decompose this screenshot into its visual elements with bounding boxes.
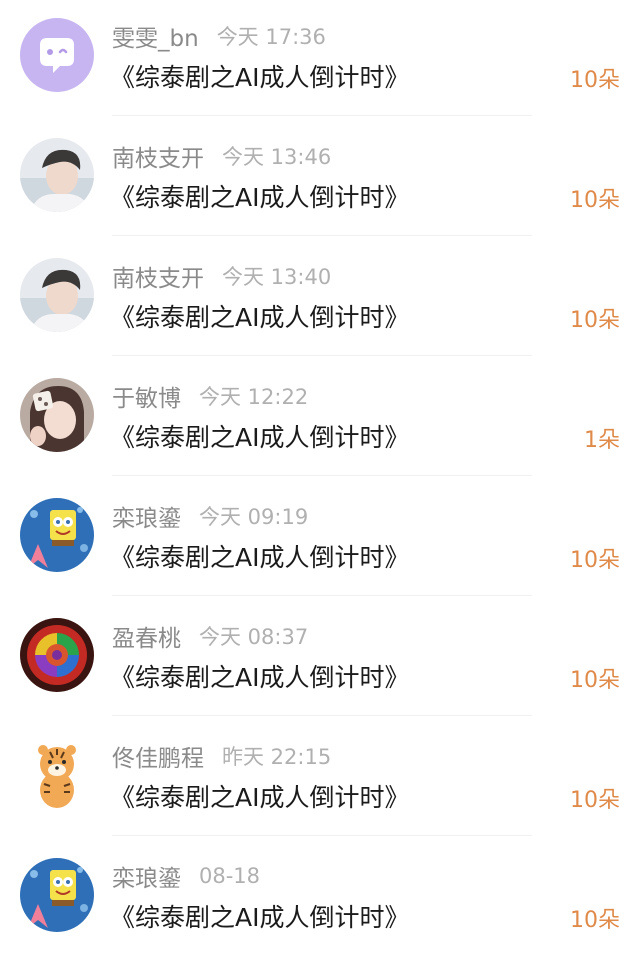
divider (112, 715, 532, 716)
item-meta: 雯雯_bn 今天 17:36 (112, 20, 326, 52)
gift-count: 10朵 (570, 548, 620, 573)
gift-count: 1朵 (584, 428, 620, 453)
avatar[interactable] (20, 138, 94, 212)
avatar[interactable] (20, 18, 94, 92)
item-meta: 佟佳鹏程 昨天 22:15 (112, 740, 331, 772)
work-title[interactable]: 《综泰剧之AI成人倒计时》 (110, 658, 409, 694)
work-title[interactable]: 《综泰剧之AI成人倒计时》 (110, 178, 409, 214)
username[interactable]: 雯雯_bn (112, 19, 199, 53)
tiger-cartoon-icon (20, 738, 94, 812)
avatar[interactable] (20, 738, 94, 812)
username[interactable]: 于敏博 (112, 379, 181, 413)
divider (112, 835, 532, 836)
timestamp: 今天 09:19 (199, 505, 309, 529)
work-title[interactable]: 《综泰剧之AI成人倒计时》 (110, 898, 409, 934)
list-item[interactable]: 雯雯_bn 今天 17:36 《综泰剧之AI成人倒计时》 10朵 (0, 0, 640, 120)
divider (112, 475, 532, 476)
avatar[interactable] (20, 858, 94, 932)
item-meta: 盈春桃 今天 08:37 (112, 620, 308, 652)
list-item[interactable]: 佟佳鹏程 昨天 22:15 《综泰剧之AI成人倒计时》 10朵 (0, 720, 640, 840)
avatar[interactable] (20, 618, 94, 692)
username[interactable]: 栾琅鎏 (112, 499, 181, 533)
username[interactable]: 南枝支开 (112, 259, 204, 293)
username[interactable]: 栾琅鎏 (112, 859, 181, 893)
avatar[interactable] (20, 258, 94, 332)
gift-count: 10朵 (570, 188, 620, 213)
list-item[interactable]: 栾琅鎏 08-18 《综泰剧之AI成人倒计时》 10朵 (0, 840, 640, 960)
timestamp: 今天 13:40 (222, 265, 332, 289)
divider (112, 355, 532, 356)
gift-record-list: 雯雯_bn 今天 17:36 《综泰剧之AI成人倒计时》 10朵 南枝支开 今天… (0, 0, 640, 963)
work-title[interactable]: 《综泰剧之AI成人倒计时》 (110, 58, 409, 94)
timestamp: 今天 13:46 (222, 145, 332, 169)
timestamp: 今天 12:22 (199, 385, 309, 409)
work-title[interactable]: 《综泰剧之AI成人倒计时》 (110, 538, 409, 574)
gift-count: 10朵 (570, 68, 620, 93)
spongebob-icon (20, 498, 94, 572)
work-title[interactable]: 《综泰剧之AI成人倒计时》 (110, 298, 409, 334)
item-meta: 于敏博 今天 12:22 (112, 380, 308, 412)
rainbow-rose-icon (20, 618, 94, 692)
username[interactable]: 佟佳鹏程 (112, 739, 204, 773)
username[interactable]: 盈春桃 (112, 619, 181, 653)
work-title[interactable]: 《综泰剧之AI成人倒计时》 (110, 778, 409, 814)
gift-count: 10朵 (570, 668, 620, 693)
timestamp: 08-18 (199, 864, 261, 888)
divider (112, 235, 532, 236)
divider (112, 115, 532, 116)
item-meta: 南枝支开 今天 13:40 (112, 260, 331, 292)
gift-count: 10朵 (570, 308, 620, 333)
list-item[interactable]: 盈春桃 今天 08:37 《综泰剧之AI成人倒计时》 10朵 (0, 600, 640, 720)
gift-count: 10朵 (570, 908, 620, 933)
work-title[interactable]: 《综泰剧之AI成人倒计时》 (110, 418, 409, 454)
divider (112, 595, 532, 596)
portrait-icon (20, 138, 94, 212)
timestamp: 昨天 22:15 (222, 745, 332, 769)
avatar[interactable] (20, 378, 94, 452)
girl-selfie-icon (20, 378, 94, 452)
item-meta: 栾琅鎏 今天 09:19 (112, 500, 308, 532)
list-item[interactable]: 于敏博 今天 12:22 《综泰剧之AI成人倒计时》 1朵 (0, 360, 640, 480)
spongebob-icon (20, 858, 94, 932)
username[interactable]: 南枝支开 (112, 139, 204, 173)
purple-chat-bubble-icon (20, 18, 94, 92)
item-meta: 栾琅鎏 08-18 (112, 860, 260, 892)
gift-count: 10朵 (570, 788, 620, 813)
list-item[interactable]: 栾琅鎏 今天 09:19 《综泰剧之AI成人倒计时》 10朵 (0, 480, 640, 600)
item-meta: 南枝支开 今天 13:46 (112, 140, 331, 172)
portrait-icon (20, 258, 94, 332)
list-item[interactable]: 南枝支开 今天 13:46 《综泰剧之AI成人倒计时》 10朵 (0, 120, 640, 240)
list-item[interactable]: 南枝支开 今天 13:40 《综泰剧之AI成人倒计时》 10朵 (0, 240, 640, 360)
timestamp: 今天 17:36 (216, 25, 326, 49)
timestamp: 今天 08:37 (199, 625, 309, 649)
avatar[interactable] (20, 498, 94, 572)
